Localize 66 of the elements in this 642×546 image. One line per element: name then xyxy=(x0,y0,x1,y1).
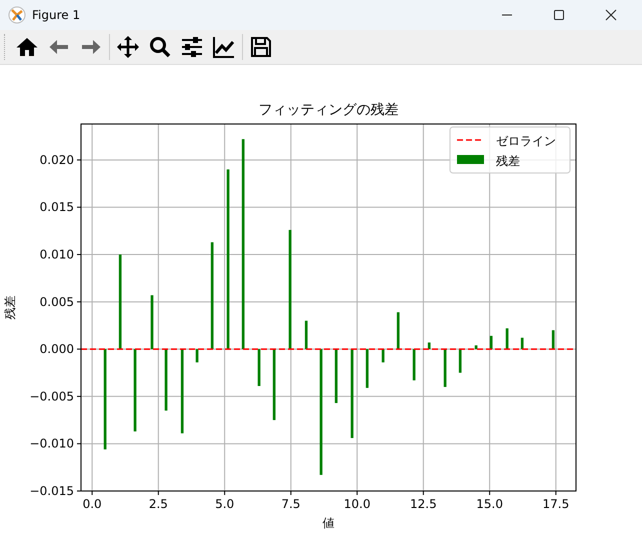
tick-label: 0.010 xyxy=(40,248,74,262)
tick-mark xyxy=(76,490,82,492)
chart-title: フィッティングの残差 xyxy=(258,102,398,118)
bar xyxy=(444,349,446,387)
bar xyxy=(428,342,431,350)
tick-label: 17.5 xyxy=(542,497,570,511)
bar xyxy=(366,349,369,388)
bar xyxy=(196,349,198,362)
bar xyxy=(520,338,524,350)
bar xyxy=(272,349,276,420)
legend-label: ゼロライン xyxy=(496,134,556,148)
tick-mark xyxy=(489,490,490,496)
maximize-icon[interactable] xyxy=(553,9,565,21)
bar xyxy=(258,349,260,386)
legend-line xyxy=(457,139,483,141)
tick-label: 0.0 xyxy=(82,497,102,511)
tick-label: 5.0 xyxy=(215,497,234,511)
move-icon xyxy=(116,35,140,59)
bar xyxy=(474,345,478,350)
bar xyxy=(458,349,462,373)
app-icon xyxy=(8,6,26,24)
tick-label: 7.5 xyxy=(281,497,300,511)
tick-mark xyxy=(422,490,424,496)
tick-label: 15.0 xyxy=(476,497,503,511)
bar xyxy=(396,312,400,350)
tick-mark xyxy=(158,490,159,496)
search-icon xyxy=(148,35,172,59)
tick-label: 0.000 xyxy=(40,342,74,356)
tick-label: 0.005 xyxy=(40,294,74,309)
home-icon xyxy=(15,35,39,59)
bar xyxy=(164,349,168,411)
tick-mark xyxy=(290,490,292,496)
bar xyxy=(304,320,308,350)
bar xyxy=(552,330,555,350)
tick-mark xyxy=(76,348,82,350)
tick-mark xyxy=(76,254,82,256)
tick-mark xyxy=(76,396,82,397)
tick-label: −0.010 xyxy=(30,436,74,451)
tick-mark xyxy=(92,490,93,496)
tick-mark xyxy=(76,443,82,444)
bar xyxy=(412,349,416,380)
bar xyxy=(506,328,508,350)
tick-label: 0.020 xyxy=(40,152,74,167)
bar xyxy=(382,349,384,362)
tick-mark xyxy=(76,301,82,302)
sliders-icon xyxy=(180,35,204,59)
tick-mark xyxy=(76,206,82,208)
legend-label: 残差 xyxy=(496,154,520,168)
line-chart-icon xyxy=(212,35,236,59)
x-axis-label: 値 xyxy=(322,516,334,530)
tick-label: −0.005 xyxy=(30,389,74,404)
y-axis-label: 残差 xyxy=(3,296,17,320)
tick-label: 10.0 xyxy=(344,497,370,511)
tick-mark xyxy=(76,159,82,160)
close-icon[interactable] xyxy=(605,9,617,21)
bar xyxy=(334,349,338,404)
tick-mark xyxy=(555,490,556,496)
bar xyxy=(490,336,493,350)
tick-label: 0.015 xyxy=(40,200,74,214)
tick-label: −0.015 xyxy=(30,484,74,498)
tick-label: 2.5 xyxy=(148,497,168,511)
bar xyxy=(150,295,154,350)
window-title: Figure 1 xyxy=(32,8,80,22)
tick-mark xyxy=(356,490,358,496)
tick-mark xyxy=(224,490,226,496)
tick-label: 12.5 xyxy=(410,497,437,511)
